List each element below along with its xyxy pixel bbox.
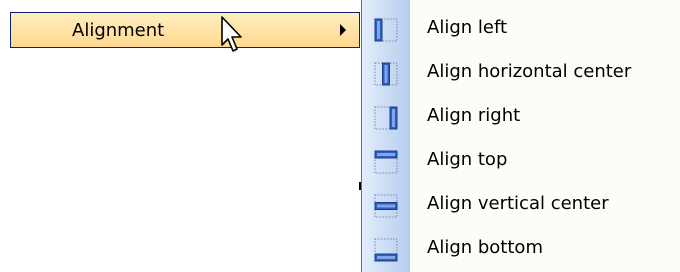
menu-item-align-left[interactable]: Align left <box>362 8 680 52</box>
menu-item-align-left-label: Align left <box>427 17 508 38</box>
alignment-menu-screenshot: Alignment Align left Align horizontal ce <box>0 0 680 272</box>
menu-item-alignment[interactable]: Alignment <box>10 12 360 48</box>
menu-item-align-horizontal-center[interactable]: Align horizontal center <box>362 52 680 96</box>
alignment-submenu: Align left Align horizontal center Align… <box>361 0 680 272</box>
submenu-arrow-icon <box>340 24 346 36</box>
menu-item-alignment-label: Alignment <box>72 20 165 41</box>
menu-item-align-vertical-center-label: Align vertical center <box>427 193 609 214</box>
align-vertical-center-icon <box>374 194 398 218</box>
menu-item-align-top[interactable]: Align top <box>362 140 680 184</box>
menu-item-align-vertical-center[interactable]: Align vertical center <box>362 184 680 228</box>
menu-item-align-horizontal-center-label: Align horizontal center <box>427 61 632 82</box>
menu-item-align-bottom-label: Align bottom <box>427 237 543 258</box>
align-top-icon <box>374 150 398 174</box>
menu-item-align-right-label: Align right <box>427 105 521 126</box>
menu-item-align-top-label: Align top <box>427 149 508 170</box>
align-right-icon <box>374 106 398 130</box>
menu-item-align-bottom[interactable]: Align bottom <box>362 228 680 272</box>
align-left-icon <box>374 18 398 42</box>
align-bottom-icon <box>374 238 398 262</box>
menu-item-align-right[interactable]: Align right <box>362 96 680 140</box>
align-horizontal-center-icon <box>374 62 398 86</box>
mouse-pointer-icon <box>221 16 242 52</box>
